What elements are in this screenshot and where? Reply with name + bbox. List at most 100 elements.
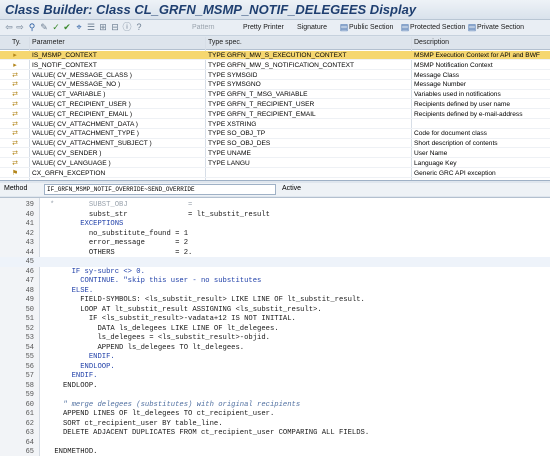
param-type-spec: TYPE UNAME [208, 150, 251, 157]
line-number: 48 [25, 286, 34, 295]
line-number: 51 [25, 315, 34, 323]
param-description: MSMP Execution Context for API and BWF [414, 52, 540, 59]
method-bar: Method IF_GRFN_MSMP_NOTIF_OVERRIDE~SEND_… [0, 183, 550, 196]
code-text: * SUBST_OBJ = [50, 201, 193, 209]
param-type-icon: ⇄ [12, 140, 18, 148]
line-number: 63 [25, 429, 34, 437]
table-row[interactable]: ⇄ VALUE( CV_ATTACHMENT_SUBJECT ) TYPE SO_O… [0, 139, 550, 149]
col-header-parameter[interactable]: Parameter [32, 39, 65, 46]
protected-section-icon: ▤ [400, 22, 410, 32]
table-row[interactable]: ⇄ VALUE( CV_MESSAGE_CLASS ) TYPE SYMSGID Me… [0, 71, 550, 80]
private-section-button[interactable]: Private Section [477, 21, 524, 34]
code-text: DATA ls_delegees LIKE LINE OF lt_delegee… [50, 324, 279, 333]
code-line[interactable]: 65 ENDMETHOD. [0, 447, 550, 456]
code-text: DELETE ADJACENT DUPLICATES FROM ct_recip… [50, 429, 370, 437]
param-type-icon: ⇄ [12, 81, 18, 89]
pretty-printer-button[interactable]: Pretty Printer [243, 21, 284, 34]
public-section-button[interactable]: Public Section [349, 21, 393, 34]
signature-button[interactable]: Signature [297, 21, 327, 34]
table-row[interactable]: ⇄ VALUE( CT_VARIABLE ) TYPE GRFN_T_MSG_VAR… [0, 90, 550, 100]
param-description: Code for document class [414, 130, 487, 138]
param-type-spec: TYPE GRFN_T_RECIPIENT_EMAIL [208, 110, 316, 118]
line-number: 54 [25, 343, 34, 352]
line-number: 49 [25, 296, 34, 304]
table-row[interactable]: ⇄ VALUE( CV_SENDER ) TYPE UNAME User Name [0, 149, 550, 159]
param-type-icon: ⇄ [12, 130, 18, 138]
line-number: 45 [25, 258, 34, 266]
table-row[interactable]: ▸ IS_MSMP_CONTEXT TYPE GRFN_MW_S_EXECUTION… [0, 51, 550, 61]
param-name: VALUE( CT_RECIPIENT_EMAIL ) [32, 110, 133, 118]
code-text: ENDIF. [50, 372, 98, 380]
code-text: ENDLOOP. [50, 381, 98, 390]
check-icon[interactable]: ✔ [62, 22, 72, 33]
col-header-description[interactable]: Description [414, 39, 449, 46]
hierarchy-icon[interactable]: ⊟ [110, 22, 120, 33]
help-icon[interactable]: ? [134, 22, 144, 33]
col-header-type-spec[interactable]: Type spec. [208, 39, 242, 46]
line-number: 46 [25, 267, 34, 276]
param-type-icon: ⇄ [12, 101, 18, 108]
code-text: ls_delegees = <ls_substit_result>-objid. [50, 334, 270, 342]
back-arrow-icon[interactable]: ⇦ [4, 22, 14, 33]
param-description: Variables used in notifications [414, 91, 501, 99]
line-number: 43 [25, 239, 34, 247]
param-type-spec: TYPE GRFN_MW_S_EXECUTION_CONTEXT [208, 52, 347, 59]
pattern-button[interactable]: Pattern [192, 21, 215, 34]
line-number: 53 [25, 334, 34, 342]
param-description: Generic GRC API exception [414, 169, 496, 177]
param-type-spec: TYPE SO_OBJ_TP [208, 130, 266, 138]
protected-section-button[interactable]: Protected Section [410, 21, 465, 34]
param-type-spec: TYPE GRFN_T_RECIPIENT_USER [208, 101, 315, 108]
code-text: SORT ct_recipient_user BY table_line. [50, 419, 223, 428]
line-number: 50 [25, 305, 34, 314]
table-header: Ty. Parameter Type spec. Description [0, 37, 550, 50]
forward-arrow-icon[interactable]: ⇨ [15, 22, 25, 33]
param-description: Recipients defined by user name [414, 101, 511, 108]
param-name: VALUE( CT_RECIPIENT_USER ) [32, 101, 131, 108]
param-name: VALUE( CV_SENDER ) [32, 150, 102, 157]
code-text: subst_str = lt_substit_result [50, 210, 270, 219]
line-number: 61 [25, 410, 34, 418]
table-row[interactable]: ⇄ VALUE( CV_ATTACHMENT_DATA ) TYPE XSTRING [0, 120, 550, 129]
line-number: 42 [25, 229, 34, 238]
title-bar: Class Builder: Class CL_GRFN_MSMP_NOTIF_… [0, 0, 550, 20]
info-icon[interactable]: ⓘ [122, 22, 132, 33]
display-change-icon[interactable]: ✎ [39, 22, 49, 33]
table-row[interactable]: ⇄ VALUE( CV_ATTACHMENT_TYPE ) TYPE SO_OBJ_… [0, 129, 550, 139]
param-name: IS_MSMP_CONTEXT [32, 52, 97, 59]
line-number: 57 [25, 372, 34, 380]
table-row[interactable]: ⚑ CX_GRFN_EXCEPTION Generic GRC API except… [0, 169, 550, 178]
param-type-spec: TYPE GRFN_T_MSG_VARIABLE [208, 91, 308, 99]
param-type-icon: ▸ [13, 61, 17, 69]
table-row[interactable]: ⇄ VALUE( CV_MESSAGE_NO ) TYPE SYMSGNO Messa… [0, 80, 550, 90]
code-text: error_message = 2 [50, 239, 189, 247]
object-list-icon[interactable]: ☰ [86, 22, 96, 33]
param-type-icon: ⇄ [12, 71, 18, 79]
table-row[interactable]: ▸ IS_NOTIF_CONTEXT TYPE GRFN_MW_S_NOTIFICA… [0, 61, 550, 71]
where-used-icon[interactable]: ⌖ [74, 22, 84, 33]
param-type-spec: TYPE SYMSGNO [208, 81, 261, 89]
code-text: EXCEPTIONS [50, 220, 124, 228]
param-type-icon: ⇄ [12, 159, 18, 167]
param-type-spec: TYPE XSTRING [208, 120, 257, 128]
line-number: 44 [25, 248, 34, 257]
param-type-icon: ⇄ [12, 150, 18, 157]
param-type-spec: TYPE GRFN_MW_S_NOTIFICATION_CONTEXT [208, 61, 355, 69]
col-header-type[interactable]: Ty. [12, 39, 21, 46]
activate-icon[interactable]: ✓ [51, 22, 61, 33]
code-editor[interactable]: 39 * SUBST_OBJ = 40 subst_str = lt_substit… [0, 197, 550, 456]
other-object-icon[interactable]: ⚲ [27, 22, 37, 33]
window-title: Class Builder: Class CL_GRFN_MSMP_NOTIF_… [5, 2, 417, 17]
enhance-icon[interactable]: ⊞ [98, 22, 108, 33]
public-section-icon: ▤ [339, 22, 349, 32]
param-name: VALUE( CV_LANGUAGE ) [32, 159, 111, 167]
table-row[interactable]: ⇄ VALUE( CV_LANGUAGE ) TYPE LANGU Language … [0, 159, 550, 169]
line-number: 65 [25, 448, 34, 456]
method-name-field[interactable]: IF_GRFN_MSMP_NOTIF_OVERRIDE~SEND_OVERRID… [44, 184, 276, 195]
param-description: Message Number [414, 81, 467, 89]
table-row[interactable]: ⇄ VALUE( CT_RECIPIENT_USER ) TYPE GRFN_T_R… [0, 100, 550, 110]
table-row[interactable]: ⇄ VALUE( CT_RECIPIENT_EMAIL ) TYPE GRFN_T_… [0, 110, 550, 120]
application-toolbar: ⇦ ⇨ ⚲ ✎ ✓ ✔ ⌖ ☰ ⊞ ⊟ ⓘ ? Pattern Pretty P… [0, 20, 550, 36]
param-type-spec: TYPE SYMSGID [208, 71, 258, 79]
line-number: 39 [25, 201, 34, 209]
